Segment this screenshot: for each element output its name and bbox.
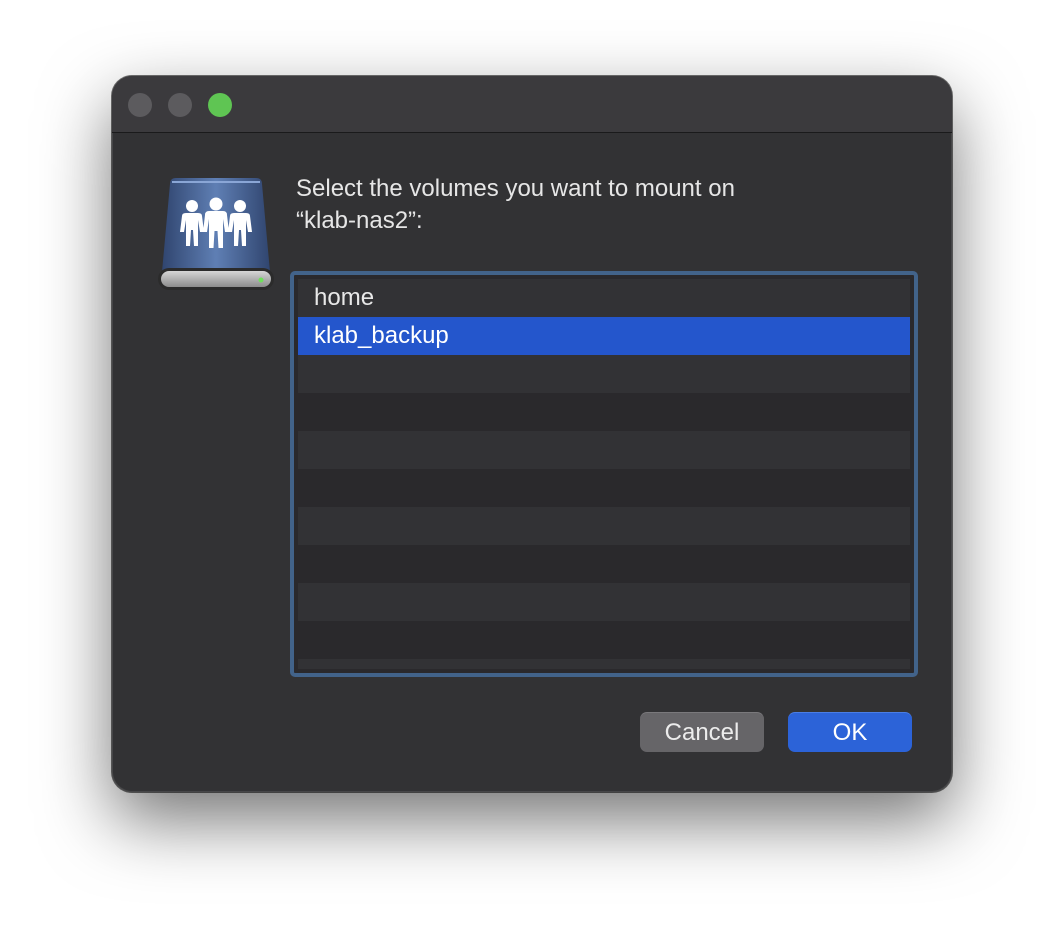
minimize-window-button[interactable] bbox=[168, 93, 192, 117]
empty-row bbox=[298, 545, 910, 583]
empty-row bbox=[298, 469, 910, 507]
prompt-line-2: “klab-nas2”: bbox=[296, 207, 423, 234]
close-window-button[interactable] bbox=[128, 93, 152, 117]
shared-server-icon bbox=[158, 178, 274, 290]
cancel-button[interactable]: Cancel bbox=[640, 712, 764, 752]
volume-item-klab-backup[interactable]: klab_backup bbox=[298, 317, 910, 355]
ok-button[interactable]: OK bbox=[788, 712, 912, 752]
title-bar bbox=[112, 76, 952, 133]
empty-row bbox=[298, 659, 910, 669]
empty-row bbox=[298, 393, 910, 431]
prompt-line-1: Select the volumes you want to mount on bbox=[296, 175, 735, 202]
volume-list[interactable]: home klab_backup bbox=[290, 271, 918, 677]
zoom-window-button[interactable] bbox=[208, 93, 232, 117]
mount-prompt: Select the volumes you want to mount on … bbox=[296, 173, 856, 237]
volume-item-label: klab_backup bbox=[314, 322, 449, 349]
empty-row bbox=[298, 507, 910, 545]
mount-volumes-dialog: Select the volumes you want to mount on … bbox=[112, 76, 952, 792]
empty-row bbox=[298, 621, 910, 659]
empty-row bbox=[298, 583, 910, 621]
empty-row bbox=[298, 355, 910, 393]
volume-item-label: home bbox=[314, 284, 375, 311]
volume-item-home[interactable]: home bbox=[298, 279, 910, 317]
empty-row bbox=[298, 431, 910, 469]
